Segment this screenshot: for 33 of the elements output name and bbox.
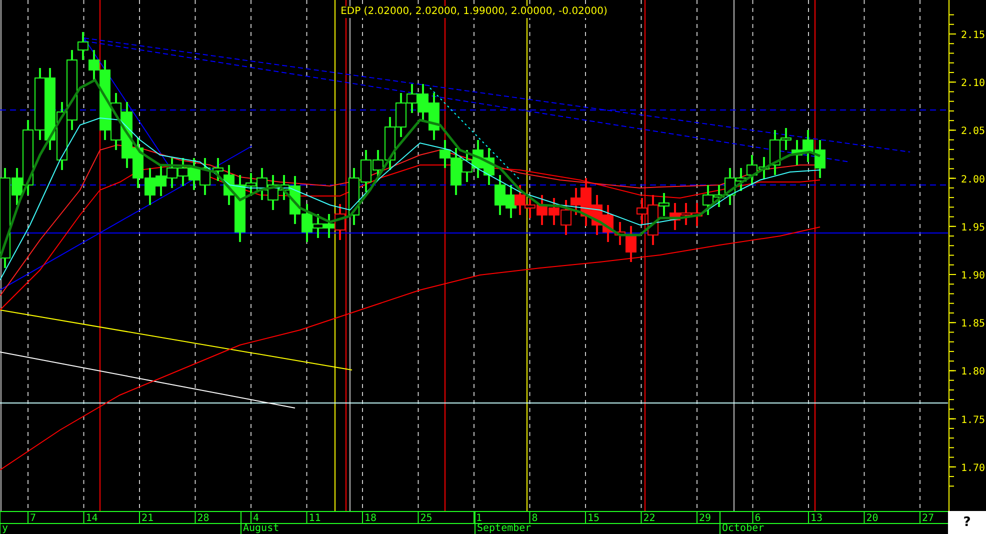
date-label: 21	[142, 513, 154, 524]
date-label: 13	[810, 513, 823, 524]
date-label: 18	[364, 513, 377, 524]
date-label: 6	[754, 513, 761, 524]
date-label: 1	[476, 513, 482, 524]
date-label: 8	[532, 513, 538, 524]
month-label: y	[2, 523, 8, 534]
help-button[interactable]: ?	[948, 511, 986, 534]
date-label: 22	[643, 513, 656, 524]
chart-title: EDP (2.02000, 2.02000, 1.99000, 2.00000, -0.02000)	[338, 6, 610, 18]
price-label: 1.70	[961, 462, 986, 474]
date-label: 20	[866, 513, 878, 524]
date-label: 15	[588, 513, 600, 524]
date-label: 7	[30, 513, 36, 524]
date-label: 4	[253, 513, 260, 524]
price-label: 1.75	[961, 414, 986, 426]
price-label: 1.95	[961, 222, 986, 234]
price-label: 2.10	[961, 78, 986, 90]
date-label: 25	[420, 513, 432, 524]
month-label: August	[243, 523, 280, 534]
date-label: 27	[922, 513, 934, 524]
month-label: September	[477, 523, 532, 534]
price-label: 1.85	[961, 318, 986, 330]
date-label: 11	[308, 513, 321, 524]
date-label: 28	[197, 513, 210, 524]
price-label: 2.15	[961, 30, 986, 41]
month-label: October	[722, 523, 764, 534]
price-label: 1.80	[961, 366, 986, 378]
date-label: 14	[86, 513, 98, 524]
price-label: 1.90	[961, 270, 986, 282]
date-label: 29	[699, 513, 712, 524]
price-label: 2.00	[961, 174, 986, 186]
price-label: 2.05	[961, 126, 986, 138]
